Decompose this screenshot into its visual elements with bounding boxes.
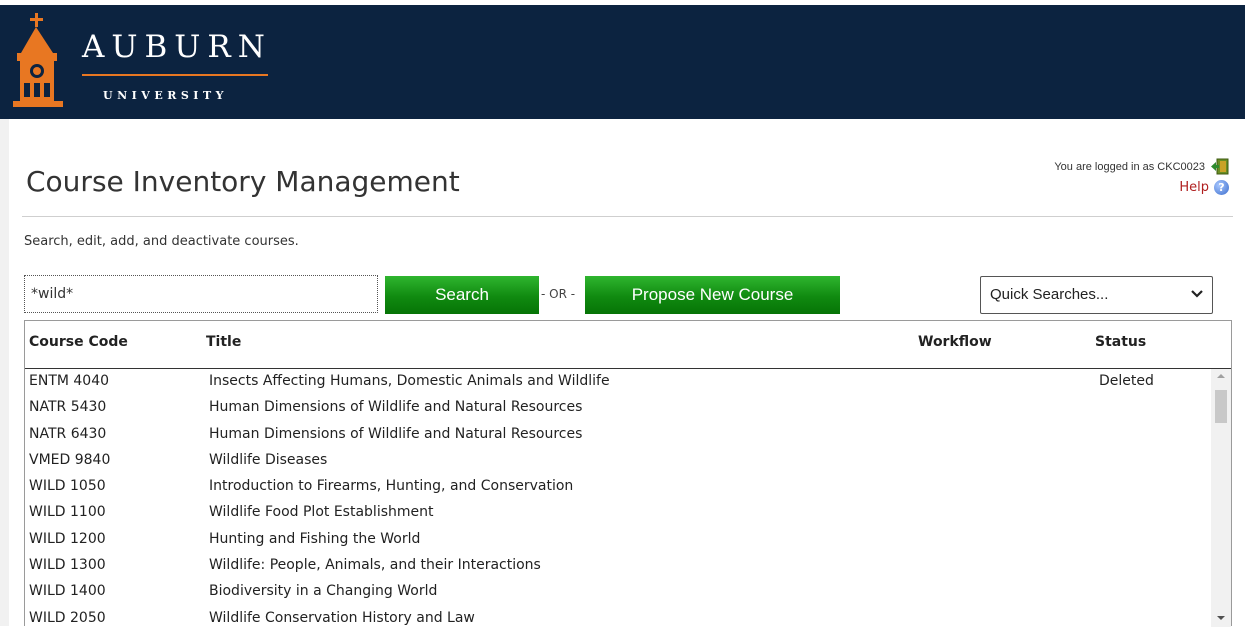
course-title-cell: Hunting and Fishing the World xyxy=(209,530,421,547)
table-row[interactable]: WILD 1300 Wildlife: People, Animals, and… xyxy=(25,553,1211,579)
table-row[interactable]: WILD 2050 Wildlife Conservation History … xyxy=(25,606,1211,627)
table-row[interactable]: WILD 1200 Hunting and Fishing the World xyxy=(25,527,1211,553)
quick-searches-value: Quick Searches... xyxy=(990,286,1109,303)
site-header: AUBURN UNIVERSITY xyxy=(0,5,1245,119)
login-info: You are logged in as CKC0023 xyxy=(1054,161,1205,173)
or-separator: - OR - xyxy=(541,287,576,301)
table-body: ENTM 4040 Insects Affecting Humans, Dome… xyxy=(25,369,1211,627)
course-title-cell: Wildlife: People, Animals, and their Int… xyxy=(209,557,541,574)
course-title-cell: Introduction to Firearms, Hunting, and C… xyxy=(209,478,574,495)
chevron-down-icon xyxy=(1191,290,1203,298)
help-link[interactable]: Help xyxy=(1179,180,1209,195)
table-row[interactable]: WILD 1100 Wildlife Food Plot Establishme… xyxy=(25,500,1211,526)
table-row[interactable]: NATR 5430 Human Dimensions of Wildlife a… xyxy=(25,395,1211,421)
scroll-down-arrow-icon[interactable] xyxy=(1211,611,1231,625)
search-button[interactable]: Search xyxy=(385,276,539,314)
propose-new-course-button[interactable]: Propose New Course xyxy=(585,276,840,314)
table-row[interactable]: ENTM 4040 Insects Affecting Humans, Dome… xyxy=(25,369,1211,395)
course-code-cell: VMED 9840 xyxy=(29,451,111,468)
column-header-workflow[interactable]: Workflow xyxy=(918,334,992,350)
auburn-tower-logo-icon[interactable] xyxy=(9,13,67,113)
course-code-cell: NATR 5430 xyxy=(29,399,107,416)
course-title-cell: Wildlife Conservation History and Law xyxy=(209,609,475,626)
column-header-title[interactable]: Title xyxy=(206,334,241,350)
title-divider xyxy=(22,216,1233,217)
course-title-cell: Human Dimensions of Wildlife and Natural… xyxy=(209,399,583,416)
page-title: Course Inventory Management xyxy=(26,165,460,198)
scroll-up-arrow-icon[interactable] xyxy=(1211,369,1231,383)
course-code-cell: WILD 1050 xyxy=(29,478,106,495)
course-code-cell: NATR 6430 xyxy=(29,425,107,442)
column-header-course-code[interactable]: Course Code xyxy=(29,334,128,350)
column-header-status[interactable]: Status xyxy=(1095,334,1146,350)
course-code-cell: WILD 1300 xyxy=(29,557,106,574)
table-row[interactable]: VMED 9840 Wildlife Diseases xyxy=(25,448,1211,474)
table-row[interactable]: WILD 1400 Biodiversity in a Changing Wor… xyxy=(25,579,1211,605)
course-title-cell: Wildlife Diseases xyxy=(209,451,328,468)
logo-divider xyxy=(82,74,268,76)
table-row[interactable]: WILD 1050 Introduction to Firearms, Hunt… xyxy=(25,474,1211,500)
logo-wordmark: AUBURN xyxy=(82,29,272,65)
search-input[interactable] xyxy=(24,275,378,313)
left-gutter xyxy=(0,119,9,626)
course-status-cell: Deleted xyxy=(1099,373,1154,389)
course-code-cell: WILD 1200 xyxy=(29,530,106,547)
page-subtitle: Search, edit, add, and deactivate course… xyxy=(24,234,299,249)
quick-searches-select[interactable]: Quick Searches... xyxy=(980,276,1213,314)
logo-subtitle: UNIVERSITY xyxy=(103,89,228,102)
table-scrollbar[interactable] xyxy=(1211,369,1231,627)
course-code-cell: ENTM 4040 xyxy=(29,373,110,389)
help-question-icon[interactable]: ? xyxy=(1214,180,1229,195)
table-header: Course Code Title Workflow Status xyxy=(25,321,1231,369)
course-title-cell: Biodiversity in a Changing World xyxy=(209,583,438,600)
course-code-cell: WILD 1100 xyxy=(29,504,106,521)
course-code-cell: WILD 1400 xyxy=(29,583,106,600)
course-title-cell: Wildlife Food Plot Establishment xyxy=(209,504,434,521)
course-code-cell: WILD 2050 xyxy=(29,609,106,626)
course-title-cell: Insects Affecting Humans, Domestic Anima… xyxy=(209,373,610,389)
table-row[interactable]: NATR 6430 Human Dimensions of Wildlife a… xyxy=(25,422,1211,448)
course-table: Course Code Title Workflow Status ENTM 4… xyxy=(24,320,1232,627)
course-title-cell: Human Dimensions of Wildlife and Natural… xyxy=(209,425,583,442)
scrollbar-thumb[interactable] xyxy=(1215,390,1227,423)
logout-door-icon[interactable] xyxy=(1211,158,1229,175)
